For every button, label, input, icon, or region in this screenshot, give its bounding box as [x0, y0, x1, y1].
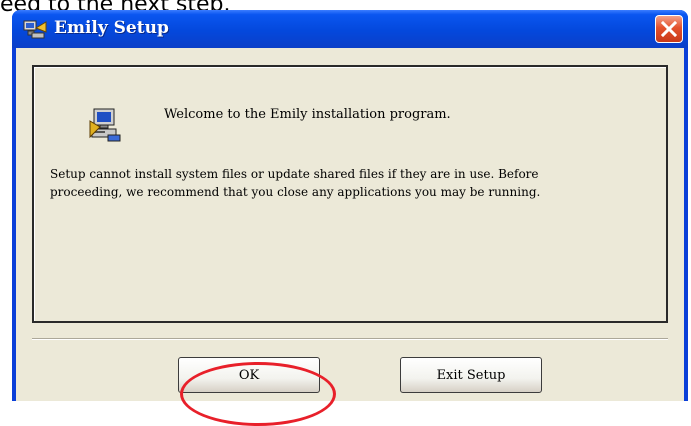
- welcome-message: Welcome to the Emily installation progra…: [164, 107, 451, 122]
- separator: [32, 338, 668, 340]
- setup-dialog: Emily Setup Welcome to the Emily install: [12, 10, 688, 426]
- window-title: Emily Setup: [54, 18, 169, 38]
- message-panel: Welcome to the Emily installation progra…: [32, 65, 668, 323]
- ok-button[interactable]: OK: [178, 357, 320, 393]
- computer-setup-icon: [88, 107, 124, 143]
- setup-notice: Setup cannot install system files or upd…: [50, 165, 660, 201]
- close-icon: [661, 21, 677, 37]
- close-button[interactable]: [655, 15, 683, 43]
- dialog-body: Welcome to the Emily installation progra…: [16, 48, 684, 426]
- title-bar[interactable]: Emily Setup: [12, 10, 688, 48]
- setup-notice-line-2: proceeding, we recommend that you close …: [50, 185, 541, 199]
- setup-notice-line-1: Setup cannot install system files or upd…: [50, 167, 539, 181]
- setup-app-icon: [22, 18, 48, 40]
- exit-setup-button[interactable]: Exit Setup: [400, 357, 542, 393]
